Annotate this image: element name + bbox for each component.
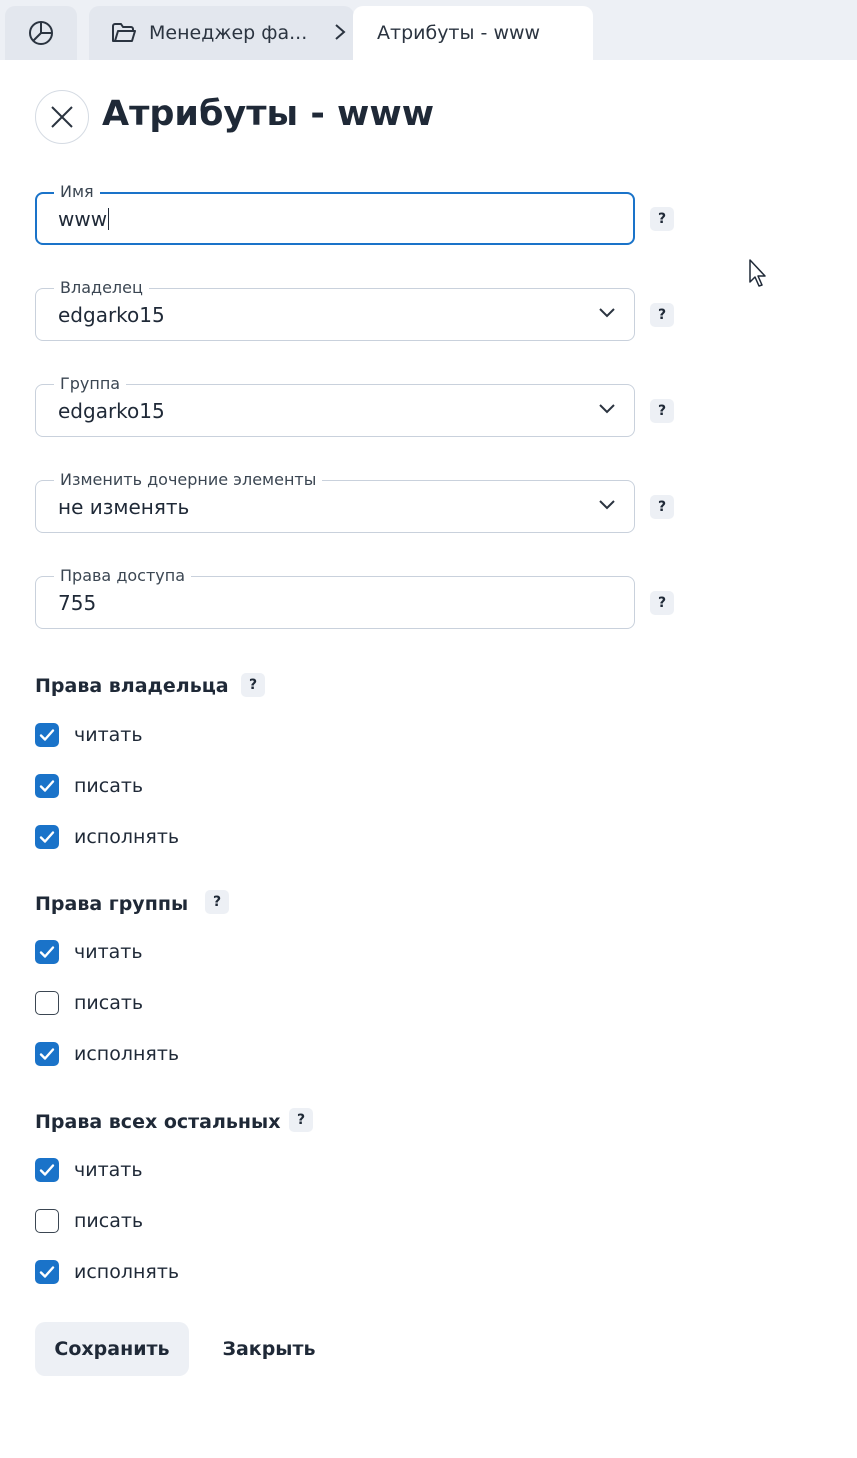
group-rights-checkbox-label: исполнять [74,1043,180,1065]
others-rights-checkbox-label: читать [74,1159,143,1181]
name-label: Имя [54,182,100,201]
permissions-input[interactable]: Права доступа 755 [35,566,635,629]
chevron-down-icon [599,500,615,510]
owner-rights-checkbox-row[interactable]: писать [35,773,143,799]
group-help-icon[interactable]: ? [650,399,674,423]
attributes-panel [5,60,857,1458]
checkbox-checked[interactable] [35,1042,59,1066]
close-button[interactable]: Закрыть [210,1322,328,1376]
group-rights-title: Права группы [35,893,189,915]
owner-help-icon[interactable]: ? [650,303,674,327]
owner-rights-checkbox-label: исполнять [74,826,180,848]
owner-rights-title: Права владельца [35,675,229,697]
group-select[interactable]: Группа edgarko15 [35,374,635,437]
checkbox-unchecked[interactable] [35,1209,59,1233]
checkbox-checked[interactable] [35,940,59,964]
folder-icon [112,23,136,42]
change-children-label: Изменить дочерние элементы [54,470,323,489]
owner-select[interactable]: Владелец edgarko15 [35,278,635,341]
checkbox-checked[interactable] [35,1260,59,1284]
checkbox-checked[interactable] [35,774,59,798]
tab-dashboard[interactable] [5,6,77,60]
group-rights-checkbox-row[interactable]: исполнять [35,1041,179,1067]
others-rights-title: Права всех остальных [35,1111,281,1133]
checkmark-icon [39,831,55,843]
others-rights-help-icon[interactable]: ? [289,1108,313,1132]
name-input[interactable]: Имя www [35,182,635,245]
checkmark-icon [39,946,55,958]
others-rights-checkbox-row[interactable]: исполнять [35,1259,179,1285]
chevron-right-icon [335,24,346,40]
owner-rights-checkbox-row[interactable]: исполнять [35,824,179,850]
owner-rights-help-icon[interactable]: ? [241,673,265,697]
pie-chart-icon [29,21,53,45]
chevron-down-icon [599,308,615,318]
text-caret [108,208,110,230]
permissions-value: 755 [58,591,97,615]
permissions-label: Права доступа [54,566,192,585]
group-rights-checkbox-label: читать [74,941,143,963]
group-rights-checkbox-label: писать [74,992,144,1014]
tab-attributes[interactable]: Атрибуты - www [353,6,593,60]
checkmark-icon [39,1266,55,1278]
tab-attributes-label: Атрибуты - www [377,22,541,44]
change-children-value: не изменять [58,495,190,519]
save-button[interactable]: Сохранить [35,1322,189,1376]
close-panel-button[interactable] [35,90,89,144]
owner-rights-checkbox-row[interactable]: читать [35,722,143,748]
checkmark-icon [39,729,55,741]
others-rights-checkbox-label: писать [74,1210,144,1232]
permissions-help-icon[interactable]: ? [650,591,674,615]
name-value: www [58,207,110,231]
tab-bar: Менеджер фа... Атрибуты - www [0,0,857,60]
owner-label: Владелец [54,278,149,297]
chevron-down-icon [599,404,615,414]
tab-file-manager[interactable]: Менеджер фа... [89,6,354,60]
group-rights-checkbox-row[interactable]: писать [35,990,143,1016]
group-rights-help-icon[interactable]: ? [205,890,229,914]
name-help-icon[interactable]: ? [650,207,674,231]
checkbox-checked[interactable] [35,1158,59,1182]
owner-rights-checkbox-label: читать [74,724,143,746]
group-rights-checkbox-row[interactable]: читать [35,939,143,965]
tab-file-manager-label: Менеджер фа... [149,22,308,44]
checkmark-icon [39,1164,55,1176]
group-label: Группа [54,374,127,393]
checkbox-checked[interactable] [35,825,59,849]
others-rights-checkbox-label: исполнять [74,1261,180,1283]
owner-value: edgarko15 [58,303,165,327]
others-rights-checkbox-row[interactable]: писать [35,1208,143,1234]
page-title: Атрибуты - www [102,94,435,134]
checkbox-checked[interactable] [35,723,59,747]
checkbox-unchecked[interactable] [35,991,59,1015]
mouse-cursor-icon [749,259,766,287]
group-value: edgarko15 [58,399,165,423]
change-children-help-icon[interactable]: ? [650,495,674,519]
owner-rights-checkbox-label: писать [74,775,144,797]
checkmark-icon [39,1048,55,1060]
checkmark-icon [39,780,55,792]
close-icon [51,106,73,128]
others-rights-checkbox-row[interactable]: читать [35,1157,143,1183]
change-children-select[interactable]: Изменить дочерние элементы не изменять [35,470,635,533]
